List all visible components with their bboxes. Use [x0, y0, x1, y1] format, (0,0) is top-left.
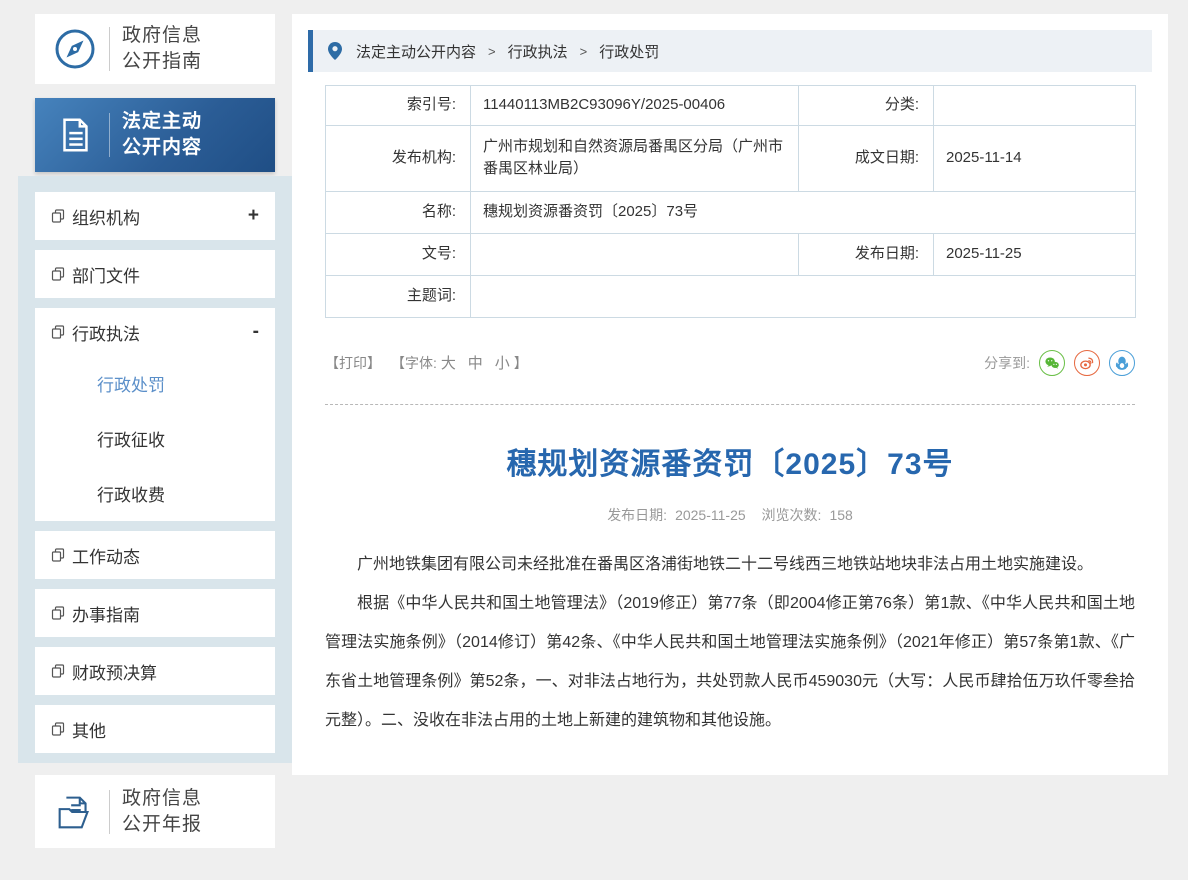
table-row: 主题词: — [326, 275, 1136, 317]
sidebar-item-department-files[interactable]: 部门文件 — [35, 250, 275, 298]
guide-card-label: 政府信息 公开指南 — [122, 23, 202, 74]
document-icon — [49, 114, 101, 156]
share-weibo-icon[interactable] — [1074, 350, 1100, 376]
font-medium-button[interactable]: 中 — [468, 355, 483, 372]
table-row: 文号: 发布日期: 2025-11-25 — [326, 233, 1136, 275]
sidebar-item-work-news[interactable]: 工作动态 — [35, 531, 275, 579]
publish-date-meta-label: 发布日期: — [607, 507, 667, 523]
collapse-icon[interactable]: - — [253, 321, 259, 343]
share-wechat-icon[interactable] — [1039, 350, 1065, 376]
article-title: 穗规划资源番资罚〔2025〕73号 — [292, 439, 1168, 483]
main-content-panel: 法定主动公开内容 > 行政执法 > 行政处罚 索引号: 11440113MB2C… — [292, 14, 1168, 775]
sidebar-item-organization[interactable]: 组织机构 + — [35, 192, 275, 240]
keywords-label: 主题词: — [326, 275, 471, 317]
guide-card[interactable]: 政府信息 公开指南 — [35, 14, 275, 84]
category-label: 分类: — [799, 86, 934, 126]
publish-date-value: 2025-11-25 — [934, 233, 1136, 275]
annual-report-card[interactable]: 政府信息 公开年报 — [35, 775, 275, 848]
statutory-card-label: 法定主动 公开内容 — [122, 109, 202, 160]
font-size-label: 【字体: — [391, 353, 437, 373]
table-row: 名称: 穗规划资源番资罚〔2025〕73号 — [326, 191, 1136, 233]
sidebar-item-label: 办事指南 — [72, 601, 140, 626]
breadcrumb-admin-penalty[interactable]: 行政处罚 — [599, 41, 659, 62]
doc-number-label: 文号: — [326, 233, 471, 275]
annual-card-label: 政府信息 公开年报 — [122, 786, 202, 837]
sidebar-subitem-admin-penalty[interactable]: 行政处罚 — [35, 356, 275, 411]
sidebar-subitem-admin-expropriation[interactable]: 行政征收 — [35, 411, 275, 466]
dashed-divider — [325, 404, 1135, 405]
publish-date-meta-value: 2025-11-25 — [675, 507, 746, 523]
sidebar-item-label: 部门文件 — [72, 262, 140, 287]
sidebar-item-other[interactable]: 其他 — [35, 705, 275, 753]
doc-number-value — [471, 233, 799, 275]
sidebar-item-label: 财政预决算 — [72, 659, 157, 684]
location-pin-icon — [328, 42, 342, 60]
article-body: 广州地铁集团有限公司未经批准在番禺区洛浦街地铁二十二号线西三地铁站地块非法占用土… — [325, 545, 1135, 741]
expand-icon[interactable]: + — [248, 205, 259, 227]
share-bar: 分享到: — [984, 350, 1135, 376]
views-label: 浏览次数: — [762, 507, 822, 523]
pages-icon — [51, 267, 65, 281]
compass-icon — [49, 26, 101, 72]
pages-icon — [51, 664, 65, 678]
breadcrumb-separator: > — [488, 44, 496, 59]
breadcrumb-separator: > — [580, 44, 588, 59]
doc-name-value: 穗规划资源番资罚〔2025〕73号 — [471, 191, 1136, 233]
table-row: 索引号: 11440113MB2C93096Y/2025-00406 分类: — [326, 86, 1136, 126]
sidebar-item-admin-enforcement: 行政执法 - 行政处罚 行政征收 行政收费 — [35, 308, 275, 521]
pages-icon — [51, 606, 65, 620]
font-small-button[interactable]: 小 — [495, 355, 510, 372]
index-number-value: 11440113MB2C93096Y/2025-00406 — [471, 86, 799, 126]
sidebar-item-budget[interactable]: 财政预决算 — [35, 647, 275, 695]
pages-icon — [51, 209, 65, 223]
document-meta-table: 索引号: 11440113MB2C93096Y/2025-00406 分类: 发… — [325, 85, 1136, 318]
font-size-label-close: 】 — [514, 353, 528, 373]
folder-report-icon — [49, 789, 101, 835]
category-value — [934, 86, 1136, 126]
share-qq-icon[interactable] — [1109, 350, 1135, 376]
sidebar: 政府信息 公开指南 法定主动 公开内容 — [18, 14, 292, 848]
sidebar-item-label: 工作动态 — [72, 543, 140, 568]
index-number-label: 索引号: — [326, 86, 471, 126]
card-divider — [109, 27, 110, 71]
views-value: 158 — [829, 507, 852, 523]
issuing-org-label: 发布机构: — [326, 125, 471, 191]
card-divider — [109, 113, 110, 157]
breadcrumb-admin-enforcement[interactable]: 行政执法 — [508, 41, 568, 62]
sidebar-item-label: 其他 — [72, 717, 106, 742]
table-row: 发布机构: 广州市规划和自然资源局番禺区分局（广州市番禺区林业局） 成文日期: … — [326, 125, 1136, 191]
pages-icon — [51, 548, 65, 562]
written-date-label: 成文日期: — [799, 125, 934, 191]
keywords-value — [471, 275, 1136, 317]
sidebar-item-label: 行政执法 — [72, 320, 140, 345]
sidebar-subitem-admin-fees[interactable]: 行政收费 — [35, 466, 275, 521]
sidebar-item-label: 组织机构 — [72, 204, 140, 229]
pages-icon — [51, 722, 65, 736]
doc-name-label: 名称: — [326, 191, 471, 233]
sidebar-menu: 组织机构 + 部门文件 — [18, 176, 292, 763]
pages-icon — [51, 325, 65, 339]
breadcrumb-statutory-disclosure[interactable]: 法定主动公开内容 — [356, 41, 476, 62]
statutory-disclosure-card[interactable]: 法定主动 公开内容 — [35, 98, 275, 172]
font-size-controls: 大 中 小 — [437, 352, 514, 373]
font-large-button[interactable]: 大 — [441, 355, 456, 372]
article-paragraph: 广州地铁集团有限公司未经批准在番禺区洛浦街地铁二十二号线西三地铁站地块非法占用土… — [325, 545, 1135, 584]
issuing-org-value: 广州市规划和自然资源局番禺区分局（广州市番禺区林业局） — [471, 125, 799, 191]
print-button[interactable]: 【打印】 — [325, 353, 381, 373]
written-date-value: 2025-11-14 — [934, 125, 1136, 191]
card-divider — [109, 790, 110, 834]
sidebar-item-admin-enforcement-row[interactable]: 行政执法 - — [35, 308, 275, 356]
article-paragraph: 根据《中华人民共和国土地管理法》（2019修正）第77条（即2004修正第76条… — [325, 584, 1135, 741]
article-meta: 发布日期: 2025-11-25 浏览次数: 158 — [292, 505, 1168, 525]
breadcrumb: 法定主动公开内容 > 行政执法 > 行政处罚 — [308, 30, 1152, 72]
publish-date-label: 发布日期: — [799, 233, 934, 275]
sidebar-item-service-guide[interactable]: 办事指南 — [35, 589, 275, 637]
article-toolbar: 【打印】 【字体: 大 中 小 】 分享到: — [325, 350, 1135, 376]
share-label: 分享到: — [984, 353, 1030, 373]
